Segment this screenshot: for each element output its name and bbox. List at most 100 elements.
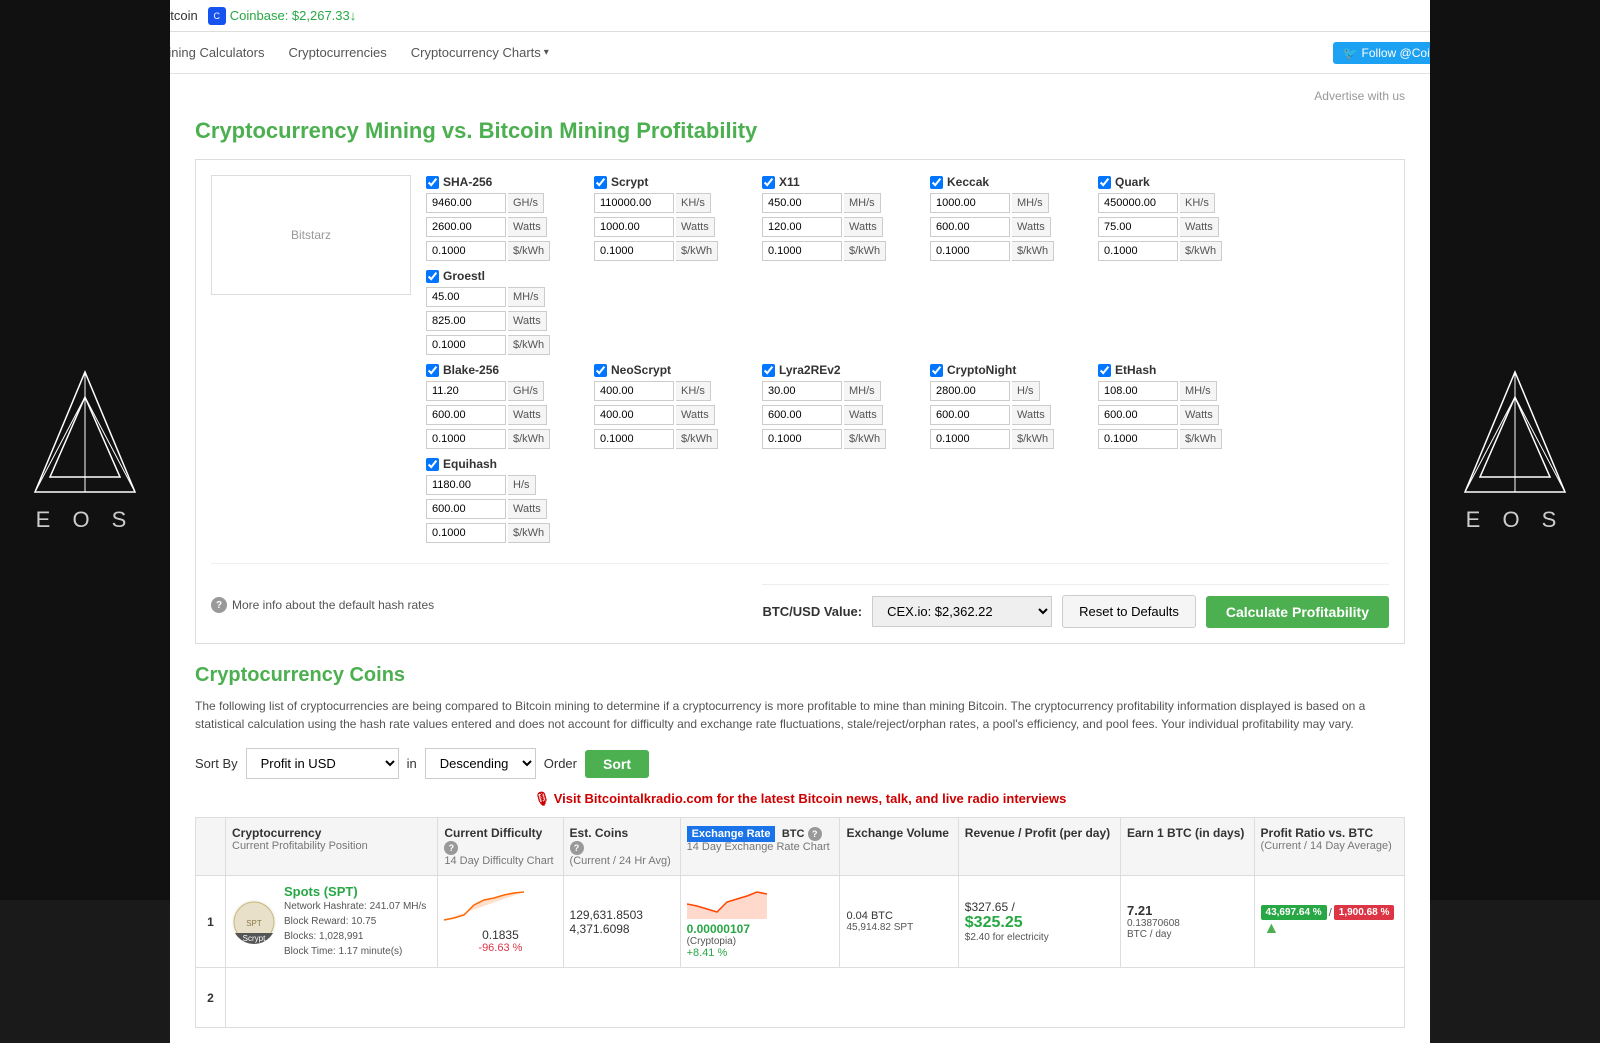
more-info-text: More info about the default hash rates <box>232 598 434 612</box>
x11-watts-input[interactable] <box>762 217 842 237</box>
sort-button[interactable]: Sort <box>585 750 649 778</box>
groestl-hashrate-input[interactable] <box>426 287 506 307</box>
blake256-watts-input[interactable] <box>426 405 506 425</box>
neoscrypt-label: NeoScrypt <box>611 363 671 377</box>
neoscrypt-checkbox[interactable] <box>594 364 607 377</box>
keccak-watts-input[interactable] <box>930 217 1010 237</box>
quark-checkbox[interactable] <box>1098 176 1111 189</box>
blake256-checkbox[interactable] <box>426 364 439 377</box>
th-exchange-volume: Exchange Volume <box>840 818 958 876</box>
coin-avatar: SPT Scrypt <box>232 900 276 944</box>
neoscrypt-watts-input[interactable] <box>594 405 674 425</box>
revenue-cell: $327.65 / $325.25 $2.40 for electricity <box>958 876 1120 968</box>
reset-defaults-button[interactable]: Reset to Defaults <box>1062 595 1196 628</box>
algo-cryptonight: CryptoNight H/s Watts <box>930 363 1090 449</box>
neoscrypt-hashrate-unit: KH/s <box>676 381 711 401</box>
equihash-watts-input[interactable] <box>426 499 506 519</box>
scrypt-cost-input[interactable] <box>594 241 674 261</box>
groestl-checkbox[interactable] <box>426 270 439 283</box>
groestl-cost-input[interactable] <box>426 335 506 355</box>
difficulty-help-icon[interactable]: ? <box>444 841 458 855</box>
quark-watts-unit: Watts <box>1180 217 1219 237</box>
order-label: Order <box>544 756 577 771</box>
keccak-cost-unit: $/kWh <box>1012 241 1054 261</box>
ethash-checkbox[interactable] <box>1098 364 1111 377</box>
exchange-rate-help-icon[interactable]: ? <box>808 827 822 841</box>
groestl-watts-input[interactable] <box>426 311 506 331</box>
nav-item-label: Mining Calculators <box>158 45 265 60</box>
ethash-hashrate-input[interactable] <box>1098 381 1178 401</box>
cryptonight-hashrate-input[interactable] <box>930 381 1010 401</box>
nav-mining-calculators[interactable]: Mining Calculators <box>158 45 265 60</box>
x11-cost-input[interactable] <box>762 241 842 261</box>
algo-keccak: Keccak MH/s Watts <box>930 175 1090 261</box>
scrypt-watts-input[interactable] <box>594 217 674 237</box>
est-coins-help-icon[interactable]: ? <box>570 841 584 855</box>
sort-row: Sort By Profit in USD Profit Ratio vs BT… <box>195 748 1405 779</box>
nav-cryptocurrencies[interactable]: Cryptocurrencies <box>288 45 386 60</box>
calculate-profitability-button[interactable]: Calculate Profitability <box>1206 596 1389 628</box>
lyra2rev2-label: Lyra2REv2 <box>779 363 841 377</box>
earn-btc-cell: 7.21 0.13870608 BTC / day <box>1121 876 1255 968</box>
equihash-checkbox[interactable] <box>426 458 439 471</box>
sha256-watts-unit: Watts <box>508 217 547 237</box>
sha256-checkbox[interactable] <box>426 176 439 189</box>
advertise-link[interactable]: Advertise with us <box>195 89 1405 103</box>
x11-checkbox[interactable] <box>762 176 775 189</box>
table-row: 1 SPT Scrypt <box>196 876 1405 968</box>
sort-order-select[interactable]: Descending Ascending <box>425 748 536 779</box>
keccak-checkbox[interactable] <box>930 176 943 189</box>
sha256-cost-input[interactable] <box>426 241 506 261</box>
keccak-hashrate-unit: MH/s <box>1012 193 1049 213</box>
svg-text:SPT: SPT <box>246 919 262 928</box>
lyra2rev2-cost-unit: $/kWh <box>844 429 886 449</box>
keccak-cost-input[interactable] <box>930 241 1010 261</box>
coin-name[interactable]: Spots (SPT) <box>284 884 426 899</box>
lyra2rev2-checkbox[interactable] <box>762 364 775 377</box>
lyra2rev2-watts-unit: Watts <box>844 405 883 425</box>
ethash-cost-input[interactable] <box>1098 429 1178 449</box>
quark-cost-input[interactable] <box>1098 241 1178 261</box>
calc-fields: SHA-256 GH/s Watts <box>426 175 1389 551</box>
cryptonight-watts-input[interactable] <box>930 405 1010 425</box>
equihash-hashrate-input[interactable] <box>426 475 506 495</box>
exchange-volume-cell: 0.04 BTC 45,914.82 SPT <box>840 876 958 968</box>
scrypt-watts-unit: Watts <box>676 217 715 237</box>
radio-banner[interactable]: 🎙 Visit Bitcointalkradio.com for the lat… <box>195 791 1405 807</box>
ethash-watts-input[interactable] <box>1098 405 1178 425</box>
equihash-cost-input[interactable] <box>426 523 506 543</box>
difficulty-chart <box>444 890 524 925</box>
quark-hashrate-input[interactable] <box>1098 193 1178 213</box>
eos-label-right: E O S <box>1466 507 1565 533</box>
quark-watts-input[interactable] <box>1098 217 1178 237</box>
sha256-watts-input[interactable] <box>426 217 506 237</box>
neoscrypt-hashrate-input[interactable] <box>594 381 674 401</box>
more-info-link[interactable]: ? More info about the default hash rates <box>211 597 434 613</box>
difficulty-pct: -96.63 % <box>444 942 556 954</box>
exchange-rate-value: 0.00000107 <box>687 922 834 936</box>
blake256-hashrate-input[interactable] <box>426 381 506 401</box>
lyra2rev2-cost-input[interactable] <box>762 429 842 449</box>
scrypt-checkbox[interactable] <box>594 176 607 189</box>
rank-cell: 2 <box>196 968 226 1028</box>
x11-hashrate-input[interactable] <box>762 193 842 213</box>
blake256-cost-input[interactable] <box>426 429 506 449</box>
algo-lyra2rev2: Lyra2REv2 MH/s Watts <box>762 363 922 449</box>
exchange-rate-cell: 0.00000107 (Cryptopia) +8.41 % <box>680 876 840 968</box>
lyra2rev2-watts-input[interactable] <box>762 405 842 425</box>
calc-ad-image[interactable]: Bitstarz <box>211 175 411 295</box>
algo-groestl: Groestl MH/s Watts <box>426 269 586 355</box>
exchange-rate-chart <box>687 884 767 919</box>
btcusd-select[interactable]: CEX.io: $2,362.22 <box>872 596 1052 627</box>
neoscrypt-cost-input[interactable] <box>594 429 674 449</box>
lyra2rev2-hashrate-input[interactable] <box>762 381 842 401</box>
scrypt-hashrate-input[interactable] <box>594 193 674 213</box>
table-row: 2 <box>196 968 1405 1028</box>
equihash-label: Equihash <box>443 457 497 471</box>
nav-cryptocurrency-charts[interactable]: Cryptocurrency Charts ▾ <box>411 45 549 60</box>
keccak-hashrate-input[interactable] <box>930 193 1010 213</box>
cryptonight-checkbox[interactable] <box>930 364 943 377</box>
sort-by-select[interactable]: Profit in USD Profit Ratio vs BTC Revenu… <box>246 748 399 779</box>
sha256-hashrate-input[interactable] <box>426 193 506 213</box>
cryptonight-cost-input[interactable] <box>930 429 1010 449</box>
